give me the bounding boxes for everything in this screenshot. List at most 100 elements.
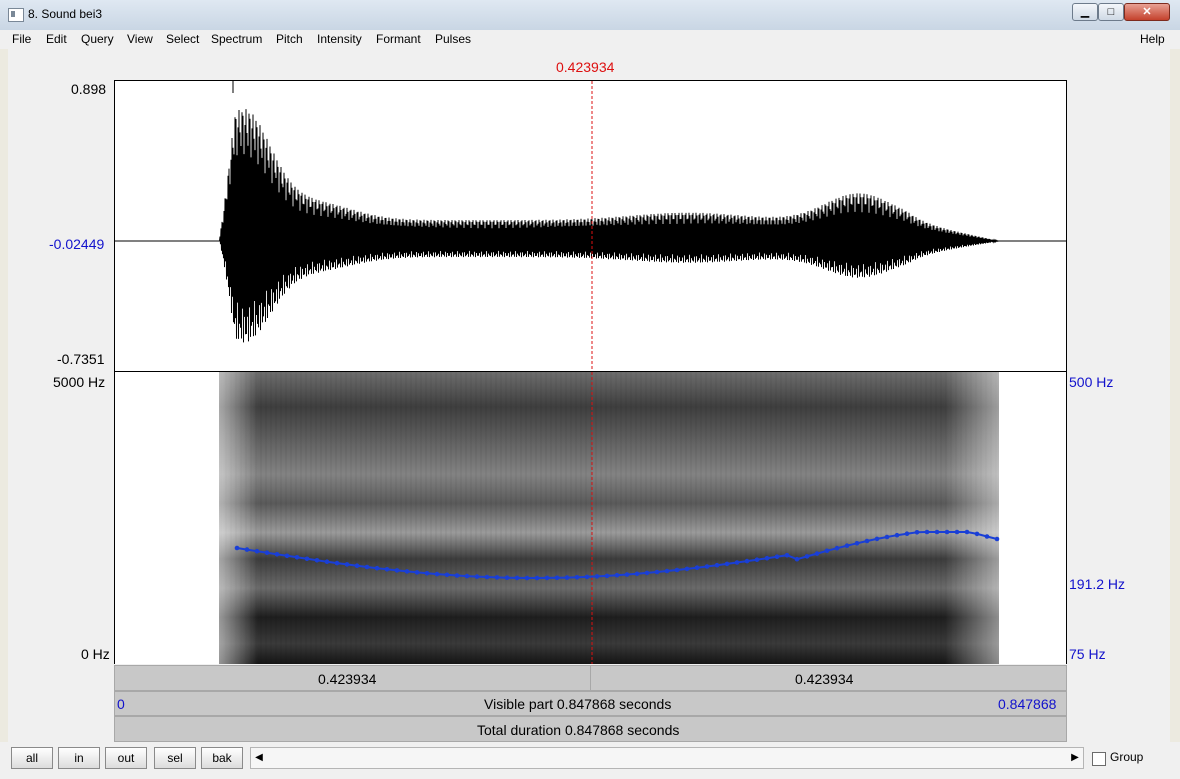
title-bar: 8. Sound bei3 ▁ □ ✕ [0,0,1180,31]
pitch-point [384,567,390,572]
pitch-point [414,570,420,575]
pitch-point [714,562,720,568]
zoom-selection-button[interactable]: sel [154,747,196,769]
pitch-point [924,529,930,535]
pitch-point [934,529,940,535]
scroll-right-icon[interactable]: ▶ [1067,748,1083,768]
pitch-point [364,564,370,570]
pitch-point [444,572,450,578]
pitch-point [824,548,830,554]
pitch-point [424,571,430,576]
pitch-point [944,529,950,535]
spectrogram-panel[interactable] [114,372,1067,664]
spectrogram-bottom-freq: 0 Hz [81,646,110,662]
segment-right-bar[interactable]: 0.423934 [590,665,1067,691]
minimize-icon: ▁ [1080,6,1090,18]
pitch-point [394,568,400,573]
time-scrollbar[interactable]: ◀ ▶ [250,747,1084,769]
pitch-point [514,575,520,581]
pitch-point [614,572,620,578]
group-checkbox[interactable] [1092,752,1106,766]
pitch-point [494,575,500,580]
pitch-point [834,545,840,551]
pitch-point [864,538,870,544]
pitch-point [974,531,980,537]
pitch-point [354,563,360,568]
pitch-point [984,534,990,539]
menu-select[interactable]: Select [166,32,199,46]
close-button[interactable]: ✕ [1124,3,1170,21]
visible-part-label: Visible part 0.847868 seconds [484,696,672,712]
pitch-point [454,573,460,578]
menu-formant[interactable]: Formant [376,32,421,46]
pitch-point [604,573,610,579]
zoom-out-button[interactable]: out [105,747,147,769]
spectrogram-edge-fade [219,372,999,664]
zoom-back-button[interactable]: bak [201,747,243,769]
visible-part-bar[interactable]: 0 Visible part 0.847868 seconds 0.847868 [114,691,1067,716]
cursor-time-label: 0.423934 [556,59,615,75]
pitch-point [624,572,630,577]
pitch-point [294,555,300,560]
segment-right-duration: 0.423934 [795,671,854,687]
pitch-point [284,553,290,559]
waveform-mid-label: -0.02449 [49,236,105,252]
pitch-point [804,554,810,559]
menu-spectrum[interactable]: Spectrum [211,32,262,46]
app-icon [8,8,24,22]
pitch-point [994,536,1000,542]
pitch-point [744,558,750,564]
pitch-point [854,541,860,546]
waveform-trace [115,109,1066,343]
pitch-point [404,569,410,574]
maximize-icon: □ [1107,6,1115,18]
pitch-point [484,574,490,580]
pitch-point [784,552,790,558]
waveform-panel[interactable] [114,80,1067,372]
pitch-point [964,529,970,535]
menu-help[interactable]: Help [1140,32,1165,46]
pitch-point [754,557,760,562]
pitch-point [674,567,680,573]
pitch-point [264,550,270,555]
segment-left-duration: 0.423934 [318,671,377,687]
pitch-point [644,570,650,576]
zoom-in-button[interactable]: in [58,747,100,769]
pitch-point [844,543,850,548]
menu-pulses[interactable]: Pulses [435,32,471,46]
pitch-point [474,574,480,579]
segment-left-bar[interactable]: 0.423934 [114,665,591,691]
close-icon: ✕ [1142,6,1152,18]
pitch-point [554,575,560,581]
pitch-point [584,574,590,580]
pitch-point [914,530,920,535]
window-title: 8. Sound bei3 [28,7,103,21]
pitch-point [884,534,890,540]
pitch-point [954,529,960,535]
menu-intensity[interactable]: Intensity [317,32,362,46]
maximize-button[interactable]: □ [1098,3,1124,21]
menu-query[interactable]: Query [81,32,114,46]
menu-view[interactable]: View [127,32,153,46]
scroll-left-icon[interactable]: ◀ [251,748,267,768]
pitch-point [774,554,780,559]
pitch-point [664,568,670,574]
pitch-point [234,545,240,551]
visible-end-label: 0.847868 [998,696,1057,712]
pitch-point [244,547,250,552]
spectrogram-svg [219,372,1000,664]
pitch-point [724,561,730,567]
menu-edit[interactable]: Edit [46,32,67,46]
pitch-point [764,555,770,561]
menu-bar: File Edit Query View Select Spectrum Pit… [0,30,1180,49]
pitch-point [334,560,340,566]
total-duration-bar[interactable]: Total duration 0.847868 seconds [114,716,1067,742]
pitch-current-label: 191.2 Hz [1069,576,1126,592]
zoom-all-button[interactable]: all [11,747,53,769]
minimize-button[interactable]: ▁ [1072,3,1098,21]
menu-file[interactable]: File [12,32,31,46]
pitch-point [894,532,900,538]
pitch-point [654,569,660,575]
menu-pitch[interactable]: Pitch [276,32,303,46]
visible-start-label: 0 [117,696,125,712]
